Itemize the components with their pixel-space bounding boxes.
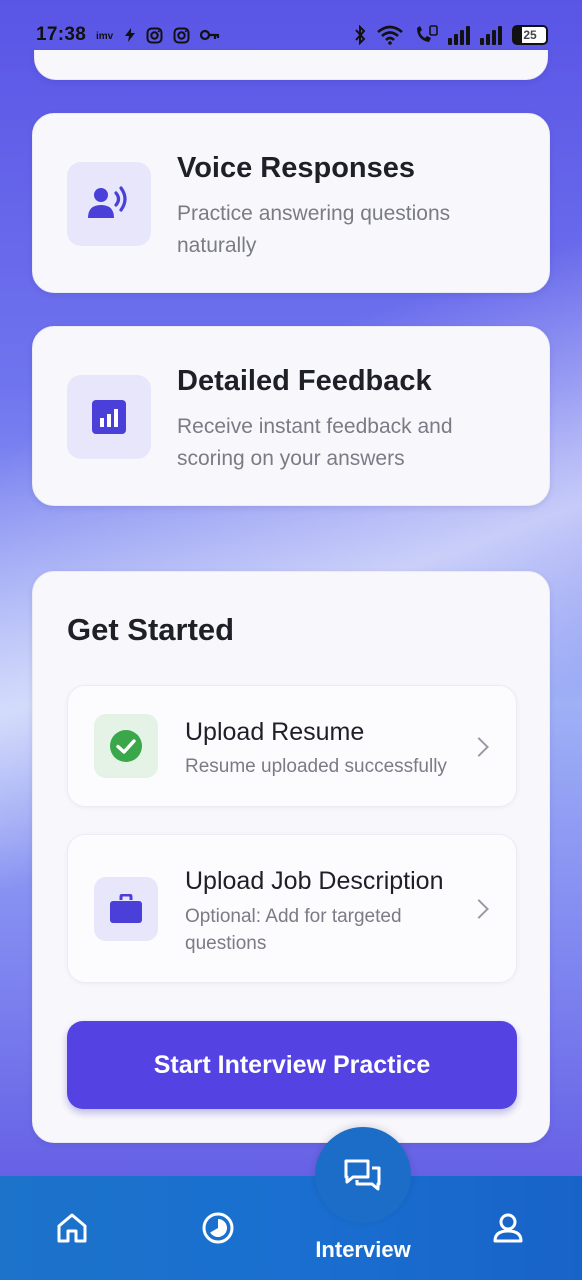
bottom-nav [0, 1176, 582, 1280]
home-icon [57, 1213, 87, 1243]
nav-home[interactable] [50, 1206, 94, 1250]
battery-icon: 25 [512, 25, 548, 45]
status-time: 17:38 [36, 24, 87, 45]
wifi-icon [376, 25, 404, 45]
instagram-icon [173, 27, 190, 44]
nav-interview-label[interactable]: Interview [300, 1237, 426, 1263]
start-interview-practice-button[interactable]: Start Interview Practice [67, 1021, 517, 1109]
upload-resume-card[interactable]: Upload Resume Resume uploaded successful… [67, 685, 517, 807]
feature-title: Voice Responses [177, 152, 416, 184]
upload-job-description-title: Upload Job Description [185, 867, 444, 895]
feature-description: Receive instant feedback and scoring on … [177, 415, 453, 470]
signal-icon [448, 25, 470, 45]
briefcase-icon [94, 877, 158, 941]
chart-icon [67, 375, 151, 459]
feature-card-detailed-feedback: Detailed Feedback Receive instant feedba… [32, 326, 550, 506]
upload-resume-title: Upload Resume [185, 718, 365, 746]
svg-text:imv: imv [96, 31, 114, 41]
stats-icon [202, 1212, 234, 1244]
feature-description: Practice answering questions naturally [177, 202, 451, 257]
nav-profile[interactable] [486, 1206, 530, 1250]
feature-title: Detailed Feedback [177, 365, 432, 397]
flash-icon [124, 28, 136, 42]
upload-job-description-card[interactable]: Upload Job Description Optional: Add for… [67, 834, 517, 983]
check-circle-icon [94, 714, 158, 778]
key-icon [200, 29, 220, 41]
instagram-icon [146, 27, 163, 44]
voice-icon [67, 162, 151, 246]
bluetooth-icon [354, 25, 366, 45]
imv-icon: imv [96, 29, 114, 41]
upload-resume-status: Resume uploaded successfully [185, 756, 447, 777]
upload-job-description-subtitle: Optional: Add for targeted questions [185, 906, 402, 954]
interview-icon [344, 1159, 381, 1191]
get-started-card: Get Started Upload Resume Resume uploade… [32, 571, 550, 1143]
call-icon [414, 25, 438, 45]
feature-card-voice-responses: Voice Responses Practice answering quest… [32, 113, 550, 293]
nav-stats[interactable] [196, 1206, 240, 1250]
nav-interview[interactable] [315, 1127, 411, 1223]
previous-feature-card [34, 50, 548, 80]
battery-level: 25 [523, 28, 537, 42]
section-title: Get Started [67, 612, 235, 647]
signal-icon [480, 25, 502, 45]
profile-icon [493, 1213, 523, 1243]
